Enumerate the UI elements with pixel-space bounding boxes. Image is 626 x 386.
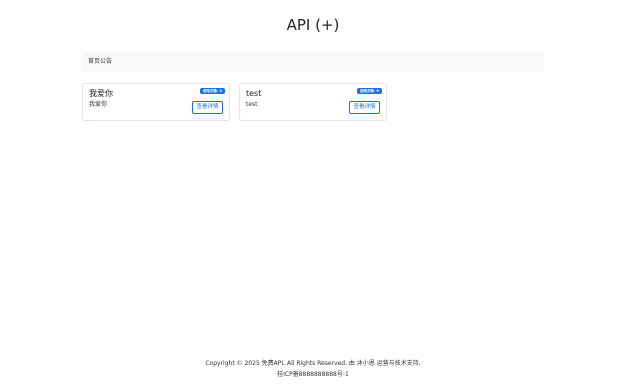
view-details-button[interactable]: 查看详情 <box>192 101 223 114</box>
api-card: test 使用次数: 0 test 查看详情 <box>239 83 387 121</box>
api-card-description: 我爱你 <box>89 101 108 108</box>
notice-label: 首页公告 <box>88 58 113 65</box>
usage-count-badge: 使用次数: 0 <box>199 88 225 94</box>
footer: Copyright © 2025 免费API, All Rights Reser… <box>0 358 626 380</box>
page: API (+) 首页公告 我爱你 使用次数: 0 我爱你 查看详情 test 使… <box>0 0 626 386</box>
footer-copyright: Copyright © 2025 免费API, All Rights Reser… <box>205 360 421 367</box>
api-card-title: 我爱你 <box>89 89 113 98</box>
view-details-button[interactable]: 查看详情 <box>349 101 380 114</box>
notice-bar: 首页公告 <box>82 52 544 72</box>
api-card-title: test <box>246 89 262 98</box>
api-card-description: test <box>246 101 258 108</box>
footer-icp: 桂ICP备8888888888号-1 <box>277 371 349 378</box>
site-title: API (+) <box>286 16 340 34</box>
usage-count-badge: 使用次数: 0 <box>356 88 382 94</box>
api-card: 我爱你 使用次数: 0 我爱你 查看详情 <box>82 83 230 121</box>
